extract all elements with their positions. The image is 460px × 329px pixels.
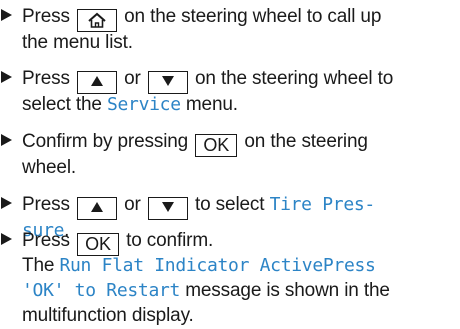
step-text: wheel. xyxy=(22,157,77,178)
step-text: on the steering wheel to call up xyxy=(124,6,382,27)
instruction-document: Press on the steering wheel to call up t… xyxy=(0,0,460,329)
up-key xyxy=(76,197,117,220)
step-text: or xyxy=(124,194,141,215)
step-1: Press on the steering wheel to call up t… xyxy=(0,4,460,56)
step-1-line-1: Press on the steering wheel to call up xyxy=(0,4,460,32)
down-key xyxy=(147,71,188,94)
down-arrow-icon xyxy=(161,76,174,86)
step-text: message is shown in the xyxy=(180,280,390,301)
up-key xyxy=(76,71,117,94)
message-highlight: Run Flat Indicator Active xyxy=(59,255,323,276)
step-text: Press xyxy=(22,194,70,215)
step-text: the menu list. xyxy=(22,32,133,53)
step-1-line-2: the menu list. xyxy=(0,30,460,56)
step-text: Press xyxy=(22,6,70,27)
home-icon xyxy=(88,12,106,28)
step-text: menu. xyxy=(185,94,238,115)
home-key xyxy=(76,9,117,32)
down-arrow-icon xyxy=(161,202,174,212)
up-arrow-icon xyxy=(90,202,103,212)
step-text: to confirm. xyxy=(126,230,214,251)
message-highlight: Press xyxy=(322,255,376,276)
message-highlight: 'OK' to Restart xyxy=(22,280,181,301)
step-text: multifunction display. xyxy=(22,305,194,326)
step-text: Confirm by pressing xyxy=(22,131,189,152)
step-text: Press xyxy=(22,230,70,251)
step-text: to select xyxy=(195,194,265,215)
step-2: Press or on the steering wheel to select… xyxy=(0,66,460,118)
step-4-line-1: Press or to select Tire Pres- xyxy=(0,192,460,220)
step-3: Confirm by pressing OK on the steering w… xyxy=(0,129,460,181)
step-text: The xyxy=(22,255,55,276)
step-text: select the xyxy=(22,94,102,115)
step-text: on the steering wheel to xyxy=(195,68,394,89)
step-5-line-1: Press OK to confirm. xyxy=(0,228,460,256)
menu-name-highlight: Tire Pres- xyxy=(269,194,376,215)
menu-name-highlight: Service xyxy=(106,94,181,115)
step-2-line-2: select the Service menu. xyxy=(0,92,460,118)
step-3-line-1: Confirm by pressing OK on the steering xyxy=(0,129,460,157)
step-text: on the steering xyxy=(244,131,368,152)
step-3-line-2: wheel. xyxy=(0,155,460,181)
step-5-line-4: multifunction display. xyxy=(0,303,460,328)
step-text: Press xyxy=(22,68,70,89)
down-key xyxy=(147,197,188,220)
step-5-line-3: 'OK' to Restart message is shown in the xyxy=(0,278,460,303)
step-5: Press OK to confirm. The Run Flat Indica… xyxy=(0,228,460,328)
step-5-line-2: The Run Flat Indicator ActivePress xyxy=(0,253,460,278)
up-arrow-icon xyxy=(90,76,103,86)
step-text: or xyxy=(124,68,141,89)
ok-key: OK xyxy=(195,134,238,157)
step-2-line-1: Press or on the steering wheel to xyxy=(0,66,460,94)
